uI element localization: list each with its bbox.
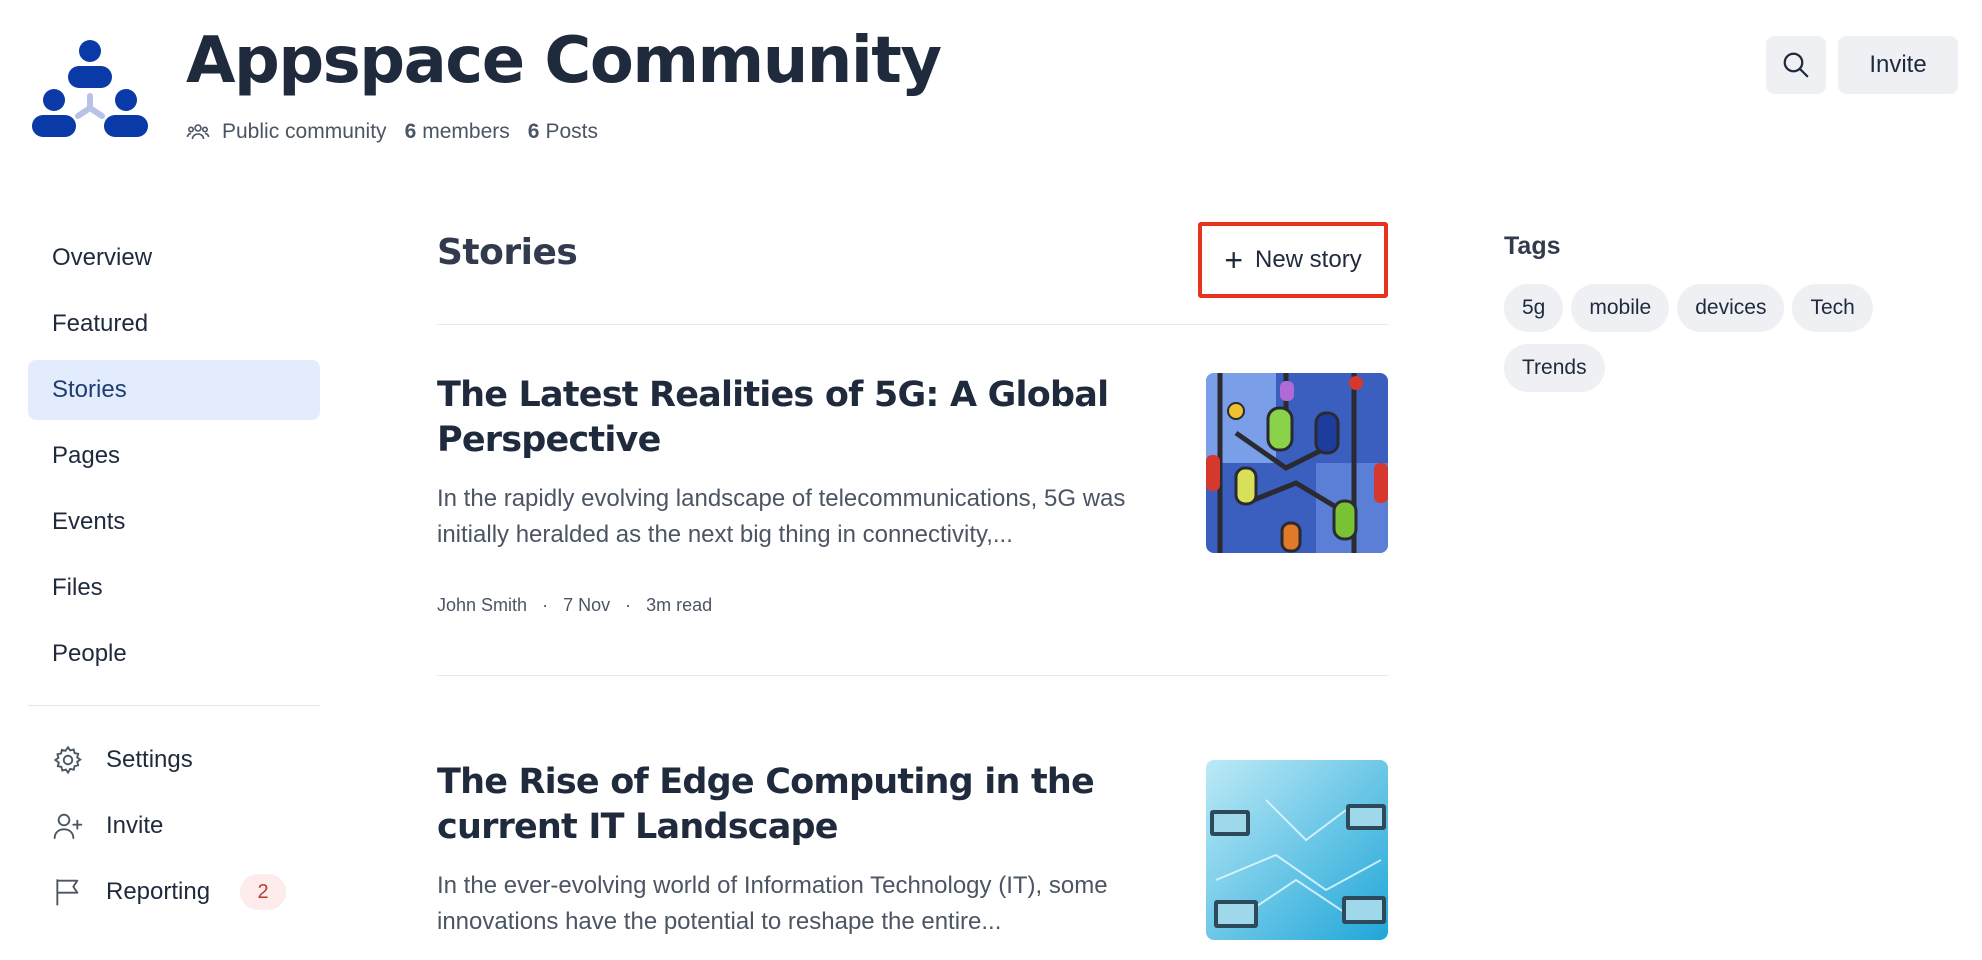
- user-plus-icon: [53, 813, 83, 839]
- divider: [437, 675, 1388, 676]
- story-author: John Smith: [437, 595, 528, 615]
- people-icon: [186, 124, 210, 140]
- members-label: members: [422, 120, 510, 143]
- tag-list: 5g mobile devices Tech Trends: [1504, 284, 1924, 392]
- story-thumbnail[interactable]: [1206, 760, 1388, 940]
- sidebar-nav: Overview Featured Stories Pages Events F…: [28, 228, 320, 690]
- tag-chip[interactable]: mobile: [1571, 284, 1670, 332]
- community-logo: [32, 38, 148, 148]
- section-title: Stories: [437, 232, 578, 273]
- community-meta: Public community 6 members 6 Posts: [186, 120, 598, 144]
- search-button[interactable]: [1766, 36, 1826, 94]
- story-date: 7 Nov: [563, 595, 611, 615]
- tag-chip[interactable]: devices: [1677, 284, 1785, 332]
- gear-icon: [53, 745, 82, 775]
- flag-icon: [56, 879, 79, 906]
- visibility-label: Public community: [222, 120, 387, 143]
- story-title[interactable]: The Rise of Edge Computing in the curren…: [437, 760, 1137, 850]
- new-story-label: New story: [1255, 246, 1362, 273]
- sidebar-item-featured[interactable]: Featured: [28, 294, 320, 354]
- sidebar-item-overview[interactable]: Overview: [28, 228, 320, 288]
- sidebar-item-pages[interactable]: Pages: [28, 426, 320, 486]
- story-read-time: 3m read: [646, 595, 713, 615]
- settings-label: Settings: [106, 746, 193, 773]
- invite-button[interactable]: Invite: [1838, 36, 1958, 94]
- sidebar-item-invite[interactable]: Invite: [28, 798, 320, 854]
- sidebar-item-files[interactable]: Files: [28, 558, 320, 618]
- invite-label: Invite: [106, 812, 164, 839]
- tag-chip[interactable]: 5g: [1504, 284, 1564, 332]
- story-card[interactable]: The Rise of Edge Computing in the curren…: [437, 760, 1388, 960]
- divider: [437, 324, 1388, 325]
- story-excerpt: In the rapidly evolving landscape of tel…: [437, 485, 1126, 548]
- reporting-label: Reporting: [106, 878, 211, 905]
- story-meta: John Smith · 7 Nov · 3m read: [437, 595, 713, 615]
- sidebar-divider: [28, 705, 320, 706]
- page-title: Appspace Community: [186, 24, 942, 98]
- tag-chip[interactable]: Trends: [1504, 344, 1605, 392]
- plus-icon: +: [1224, 242, 1243, 278]
- sidebar-item-settings[interactable]: Settings: [28, 732, 320, 788]
- story-excerpt: In the ever-evolving world of Informatio…: [437, 872, 1108, 935]
- reporting-count-badge: 2: [240, 874, 287, 910]
- sidebar-item-reporting[interactable]: Reporting 2: [28, 864, 320, 920]
- sidebar-item-people[interactable]: People: [28, 624, 320, 684]
- tag-chip[interactable]: Tech: [1792, 284, 1873, 332]
- story-thumbnail[interactable]: [1206, 373, 1388, 553]
- posts-count: 6: [527, 120, 540, 143]
- tags-title: Tags: [1504, 232, 1561, 260]
- new-story-button[interactable]: + New story: [1198, 222, 1388, 298]
- sidebar-item-events[interactable]: Events: [28, 492, 320, 552]
- members-count: 6: [404, 120, 417, 143]
- story-title[interactable]: The Latest Realities of 5G: A Global Per…: [437, 373, 1137, 463]
- search-icon: [1783, 52, 1809, 78]
- story-card[interactable]: The Latest Realities of 5G: A Global Per…: [437, 373, 1388, 623]
- posts-label: Posts: [545, 120, 598, 143]
- sidebar-item-stories[interactable]: Stories: [28, 360, 320, 420]
